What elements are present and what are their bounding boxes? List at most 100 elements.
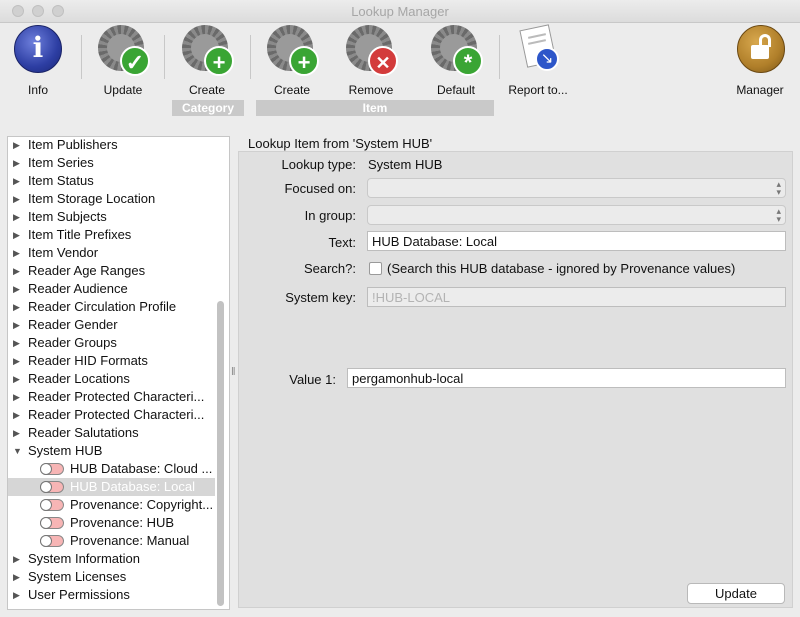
tree-child-item[interactable]: HUB Database: Local: [8, 478, 215, 496]
disclosure-closed-icon[interactable]: ▶: [13, 226, 20, 244]
report-icon: ↘: [513, 24, 563, 75]
tree-item-label: Item Subjects: [28, 209, 107, 224]
tree-item[interactable]: ▶ System Licenses: [8, 568, 215, 586]
split-divider-handle[interactable]: ‖: [231, 366, 236, 378]
lookup-type-value: System HUB: [368, 157, 443, 172]
lookup-tree: ▶ Item Publishers ▶ Item Series ▶ Item Status…: [7, 136, 230, 610]
disclosure-closed-icon[interactable]: ▶: [13, 137, 20, 154]
detail-heading: Lookup Item from 'System HUB': [248, 136, 433, 151]
lookup-type-label: Lookup type:: [281, 157, 356, 172]
remove-button[interactable]: ✕ Remove: [331, 25, 411, 97]
disclosure-closed-icon[interactable]: ▶: [13, 550, 20, 568]
tree-item-label: Provenance: Manual: [70, 533, 190, 548]
tree-item-label: HUB Database: Local: [70, 479, 196, 494]
disclosure-closed-icon[interactable]: ▶: [13, 298, 20, 316]
disclosure-closed-icon[interactable]: ▶: [13, 424, 20, 442]
tree-item[interactable]: ▶ Item Publishers: [8, 137, 215, 154]
tree-item[interactable]: ▶ Reader Locations: [8, 370, 215, 388]
tree-item[interactable]: ▶ Item Storage Location: [8, 190, 215, 208]
tree-item-label: Reader Groups: [28, 335, 117, 350]
tree-item-label: Reader Gender: [28, 317, 118, 332]
value1-label: Value 1:: [289, 372, 336, 387]
disclosure-closed-icon[interactable]: ▶: [13, 370, 20, 388]
tree-item[interactable]: ▶ Item Title Prefixes: [8, 226, 215, 244]
tree-item[interactable]: ▶ Reader Protected Characteri...: [8, 406, 215, 424]
tree-child-item[interactable]: Provenance: Copyright...: [8, 496, 215, 514]
report-button[interactable]: ↘ Report to...: [498, 24, 578, 97]
tree-item-label: User Permissions: [28, 587, 130, 602]
disclosure-closed-icon[interactable]: ▶: [13, 568, 20, 586]
value1-field[interactable]: pergamonhub-local: [347, 368, 786, 388]
tree-item-label: Item Publishers: [28, 137, 118, 152]
tree-child-item[interactable]: Provenance: Manual: [8, 532, 215, 550]
info-button[interactable]: i Info: [0, 25, 78, 97]
tree-item[interactable]: ▶ Reader Audience: [8, 280, 215, 298]
unlock-icon: [735, 25, 785, 75]
disclosure-closed-icon[interactable]: ▶: [13, 280, 20, 298]
disclosure-closed-icon[interactable]: ▶: [13, 388, 20, 406]
tree-item[interactable]: ▶ Item Series: [8, 154, 215, 172]
disclosure-closed-icon[interactable]: ▶: [13, 316, 20, 334]
manager-button[interactable]: Manager: [720, 25, 800, 97]
default-button[interactable]: * Default: [416, 25, 496, 97]
text-field[interactable]: HUB Database: Local: [367, 231, 786, 251]
tree-item[interactable]: ▶ Reader Groups: [8, 334, 215, 352]
tree-item[interactable]: ▼ System HUB: [8, 442, 215, 460]
create-item-label: Create: [273, 83, 311, 97]
update-button[interactable]: ✓ Update: [83, 25, 163, 97]
tree-item[interactable]: ▶ Reader Circulation Profile: [8, 298, 215, 316]
tree-item-label: Reader Circulation Profile: [28, 299, 177, 314]
tree-item-label: Provenance: HUB: [70, 515, 175, 530]
disclosure-closed-icon[interactable]: ▶: [13, 172, 20, 190]
tree-item-label: Reader Audience: [28, 281, 128, 296]
disclosure-closed-icon[interactable]: ▶: [13, 244, 20, 262]
toolbar-separator: [164, 35, 165, 79]
toggle-icon: [40, 463, 64, 475]
in-group-label: In group:: [304, 208, 356, 223]
tree-child-item[interactable]: Provenance: HUB: [8, 514, 215, 532]
tree-item[interactable]: ▶ Item Status: [8, 172, 215, 190]
create-category-button[interactable]: + Create: [167, 25, 247, 97]
title-bar: Lookup Manager: [0, 0, 800, 23]
disclosure-closed-icon[interactable]: ▶: [13, 190, 20, 208]
tree-item[interactable]: ▶ Reader Gender: [8, 316, 215, 334]
tree-item[interactable]: ▶ Reader Protected Characteri...: [8, 388, 215, 406]
disclosure-closed-icon[interactable]: ▶: [13, 586, 20, 604]
tree-child-item[interactable]: HUB Database: Cloud ...: [8, 460, 215, 478]
tree-item-label: Reader Age Ranges: [28, 263, 146, 278]
tree-item[interactable]: ▶ Reader Salutations: [8, 424, 215, 442]
tree-scrollbar[interactable]: [217, 301, 224, 606]
tree-item[interactable]: ▶ Reader HID Formats: [8, 352, 215, 370]
default-icon: *: [431, 25, 483, 76]
create-item-button[interactable]: + Create: [252, 25, 332, 97]
tree-item[interactable]: ▶ Item Vendor: [8, 244, 215, 262]
disclosure-closed-icon[interactable]: ▶: [13, 406, 20, 424]
toolbar-separator: [250, 35, 251, 79]
update-item-button[interactable]: Update: [687, 583, 785, 604]
toolbar-separator: [81, 35, 82, 79]
tree-item-label: Reader Protected Characteri...: [28, 389, 205, 404]
tree-item[interactable]: ▶ Reader Age Ranges: [8, 262, 215, 280]
tree-item[interactable]: ▶ Item Subjects: [8, 208, 215, 226]
toggle-icon: [40, 481, 64, 493]
create-category-icon: +: [182, 25, 234, 76]
text-label: Text:: [328, 235, 356, 250]
tree-item-label: Item Series: [28, 155, 94, 170]
remove-label: Remove: [348, 83, 394, 97]
disclosure-open-icon[interactable]: ▼: [13, 442, 22, 460]
tree-item-label: System Information: [28, 551, 140, 566]
search-checkbox[interactable]: [369, 262, 382, 275]
tree-item[interactable]: ▶ User Permissions: [8, 586, 215, 604]
disclosure-closed-icon[interactable]: ▶: [13, 208, 20, 226]
disclosure-closed-icon[interactable]: ▶: [13, 154, 20, 172]
tree-item-label: HUB Database: Cloud ...: [70, 461, 213, 476]
tree-item-label: Reader Locations: [28, 371, 130, 386]
tree-item[interactable]: ▶ System Information: [8, 550, 215, 568]
disclosure-closed-icon[interactable]: ▶: [13, 352, 20, 370]
in-group-select[interactable]: ▴ ▾: [367, 205, 786, 225]
search-label: Search?:: [303, 261, 356, 276]
disclosure-closed-icon[interactable]: ▶: [13, 334, 20, 352]
focused-on-select[interactable]: ▴ ▾: [367, 178, 786, 198]
tree-item-label: Item Storage Location: [28, 191, 156, 206]
disclosure-closed-icon[interactable]: ▶: [13, 262, 20, 280]
